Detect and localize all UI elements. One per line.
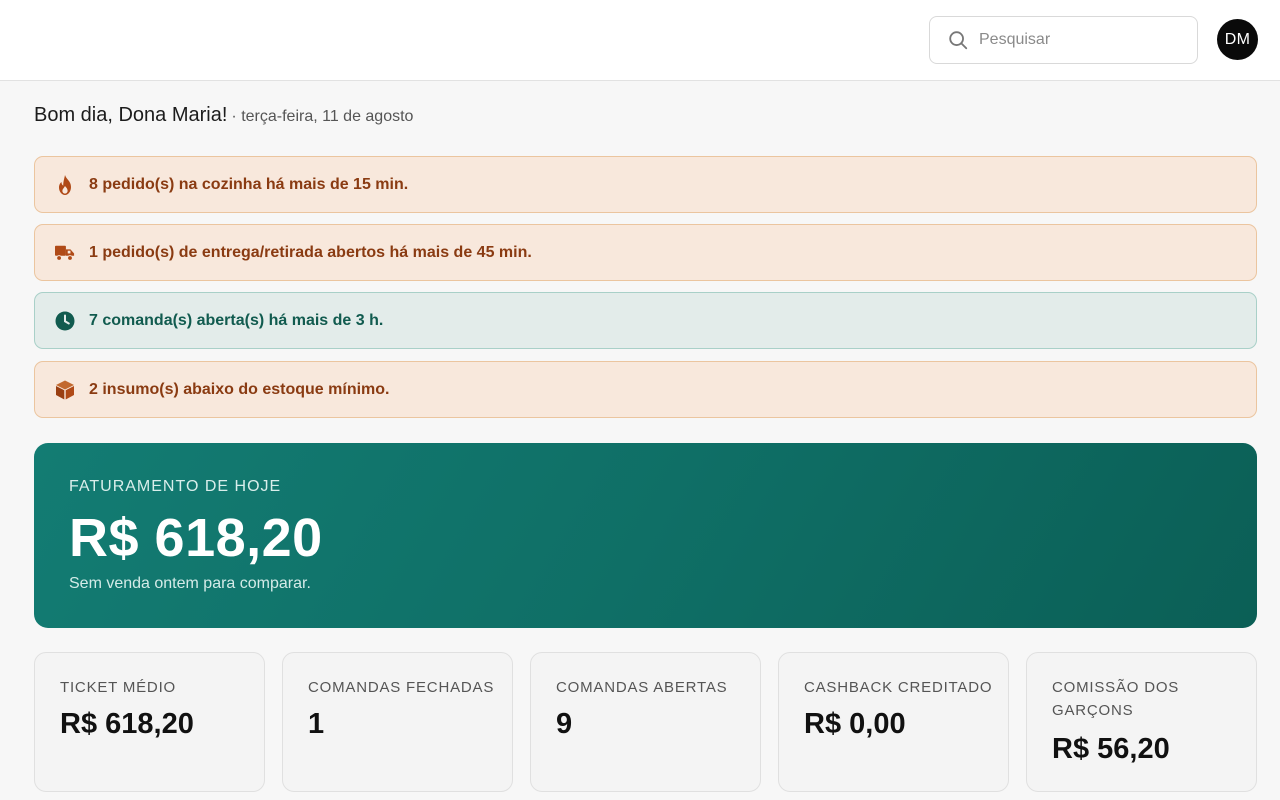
search-icon <box>949 31 968 50</box>
clock-icon <box>55 311 75 331</box>
stat-card-cashback: CASHBACK CREDITADO R$ 0,00 <box>778 652 1009 792</box>
revenue-card: FATURAMENTO DE HOJE R$ 618,20 Sem venda … <box>34 443 1257 628</box>
greeting: Bom dia, Dona Maria! · terça-feira, 11 d… <box>34 104 413 127</box>
alert-open-tabs[interactable]: 7 comanda(s) aberta(s) há mais de 3 h. <box>34 292 1257 349</box>
stat-value: R$ 0,00 <box>804 708 906 740</box>
stat-card-open-tabs: COMANDAS ABERTAS 9 <box>530 652 761 792</box>
stat-card-ticket: TICKET MÉDIO R$ 618,20 <box>34 652 265 792</box>
alert-text: 1 pedido(s) de entrega/retirada abertos … <box>89 243 532 261</box>
revenue-comparison: Sem venda ontem para comparar. <box>69 575 311 592</box>
stat-label: COMANDAS FECHADAS <box>308 679 495 696</box>
stat-value: R$ 618,20 <box>60 708 194 740</box>
stat-label: COMANDAS ABERTAS <box>556 679 728 696</box>
fire-icon <box>55 174 75 195</box>
greeting-title: Bom dia, Dona Maria! <box>34 104 228 126</box>
search-box[interactable] <box>929 16 1198 64</box>
stat-card-commission: COMISSÃO DOS GARÇONS R$ 56,20 <box>1026 652 1257 792</box>
stat-value: 1 <box>308 708 325 740</box>
stat-value: 9 <box>556 708 573 740</box>
user-avatar[interactable]: DM <box>1217 19 1258 60</box>
alert-text: 7 comanda(s) aberta(s) há mais de 3 h. <box>89 311 384 329</box>
stat-value: R$ 56,20 <box>1052 733 1170 765</box>
stat-label: CASHBACK CREDITADO <box>804 679 993 696</box>
stat-label: COMISSÃO DOS GARÇONS <box>1052 679 1180 719</box>
alert-text: 8 pedido(s) na cozinha há mais de 15 min… <box>89 175 409 193</box>
top-bar: DM <box>0 0 1280 81</box>
revenue-label: FATURAMENTO DE HOJE <box>69 478 282 495</box>
alert-kitchen-delay[interactable]: 8 pedido(s) na cozinha há mais de 15 min… <box>34 156 1257 213</box>
alert-text: 2 insumo(s) abaixo do estoque mínimo. <box>89 380 390 398</box>
search-input[interactable] <box>979 25 1179 55</box>
greeting-date: · terça-feira, 11 de agosto <box>231 108 414 125</box>
alert-low-stock[interactable]: 2 insumo(s) abaixo do estoque mínimo. <box>34 361 1257 418</box>
alert-delivery-delay[interactable]: 1 pedido(s) de entrega/retirada abertos … <box>34 224 1257 281</box>
delivery-truck-icon <box>55 243 75 263</box>
stat-card-closed-tabs: COMANDAS FECHADAS 1 <box>282 652 513 792</box>
box-icon <box>55 380 75 400</box>
stat-label: TICKET MÉDIO <box>60 679 176 696</box>
revenue-value: R$ 618,20 <box>69 508 323 568</box>
